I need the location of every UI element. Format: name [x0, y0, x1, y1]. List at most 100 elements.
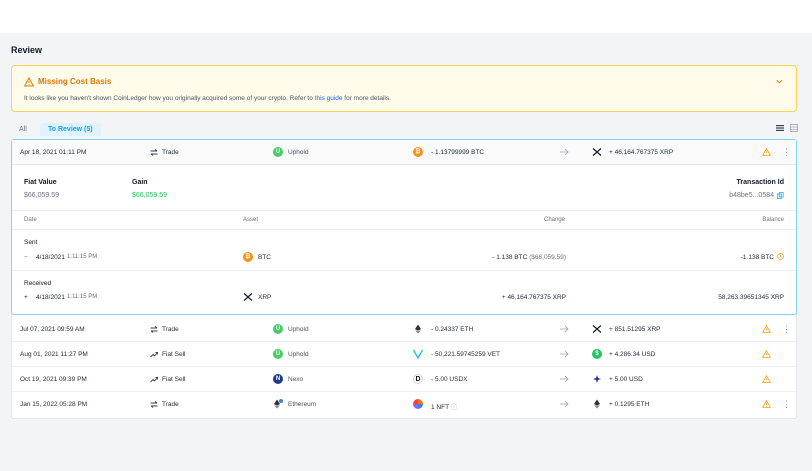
copy-icon[interactable] — [777, 192, 784, 199]
arrow-right-icon — [560, 400, 569, 408]
ethereum-icon — [274, 399, 283, 409]
transaction-type: Fiat Sell — [162, 351, 186, 358]
sent-label: Sent — [24, 239, 38, 246]
column-header-change: Change — [544, 217, 566, 223]
arrow-right-icon — [560, 350, 569, 358]
page-title: Review — [11, 45, 43, 55]
tab-to-review[interactable]: To Review (5) — [40, 123, 101, 136]
xrp-icon — [592, 148, 602, 156]
table-row[interactable]: Jul 07, 2021 09:59 AM Trade U Uphold - 0… — [12, 317, 796, 342]
incoming-amount: + 46,164.767375 XRP — [609, 149, 674, 156]
warning-icon — [24, 77, 34, 87]
trade-icon — [150, 326, 158, 333]
table-row[interactable]: Oct 19, 2021 09:39 PM Fiat Sell N Nexo D… — [12, 367, 796, 392]
usdx-icon: D — [413, 374, 423, 384]
wallet-name: Ethereum — [288, 401, 317, 408]
received-asset: XRP — [258, 294, 272, 301]
warning-icon[interactable] — [762, 375, 771, 383]
divider — [12, 229, 796, 230]
transaction-type: Trade — [162, 326, 179, 333]
divider — [12, 210, 796, 211]
received-time: 1:11:15 PM — [67, 294, 98, 300]
warning-icon[interactable] — [762, 148, 771, 156]
ethereum-icon — [594, 399, 600, 409]
banner-title: Missing Cost Basis — [38, 77, 112, 86]
plus-icon: + — [24, 294, 28, 301]
table-row[interactable]: Aug 01, 2021 11:27 PM Fiat Sell U Uphold… — [12, 342, 796, 367]
trade-icon — [150, 149, 158, 156]
uphold-icon: U — [273, 349, 283, 359]
outgoing-amount: - 5.00 USDX — [431, 376, 468, 383]
transaction-date: Aug 01, 2021 11:27 PM — [20, 351, 88, 358]
warning-icon[interactable] — [762, 400, 771, 408]
table-row[interactable]: Jan 15, 2022 05:28 PM Trade Ethereum 1 N… — [12, 392, 796, 417]
warning-icon[interactable] — [762, 350, 771, 358]
received-date: 4/18/2021 — [36, 294, 65, 301]
wallet-name: Uphold — [288, 149, 309, 156]
table-view-icon[interactable] — [790, 124, 798, 132]
fiat-value: $66,059.59 — [24, 192, 60, 199]
bitcoin-icon: ₿ — [243, 252, 253, 262]
outgoing-amount: - 0.24337 ETH — [431, 326, 474, 333]
xrp-icon — [592, 325, 602, 333]
incoming-amount: + 4,286.34 USD — [609, 351, 656, 358]
wallet-name: Nexo — [288, 376, 304, 383]
tab-all[interactable]: All — [19, 126, 27, 133]
transaction-type: Trade — [162, 401, 179, 408]
guide-link[interactable]: this guide — [315, 95, 343, 102]
transaction-id: b48be5...0584 — [729, 192, 774, 199]
wallet-name: Uphold — [288, 351, 309, 358]
arrow-right-icon — [560, 375, 569, 383]
transaction-type: Trade — [162, 149, 179, 156]
more-options-icon[interactable]: ⋮ — [782, 147, 791, 158]
transaction-date: Oct 19, 2021 09:39 PM — [20, 376, 87, 383]
divider — [12, 270, 796, 271]
minus-icon: − — [24, 254, 28, 261]
outgoing-amount: - 1.13799999 BTC — [431, 149, 485, 156]
clock-icon — [777, 253, 784, 260]
gain-value: $66,059.59 — [132, 192, 168, 199]
transaction-date: Apr 18, 2021 01:11 PM — [20, 149, 87, 156]
nft-icon — [413, 399, 423, 409]
column-header-asset: Asset — [243, 217, 259, 223]
arrow-right-icon — [560, 148, 569, 156]
transactions-card: Apr 18, 2021 01:11 PM Trade U Uphold ₿ -… — [11, 139, 797, 419]
incoming-amount: + 851.51295 XRP — [609, 326, 661, 333]
sent-time: 1:11:15 PM — [67, 254, 98, 260]
vechain-icon — [413, 349, 423, 359]
warning-icon[interactable] — [762, 325, 771, 333]
sent-date: 4/18/2021 — [36, 254, 65, 261]
incoming-amount: + 5.00 USD — [609, 376, 643, 383]
list-view-icon[interactable] — [776, 124, 784, 132]
transaction-type: Fiat Sell — [162, 376, 186, 383]
outgoing-amount: 1 NFT ⓘ — [431, 404, 458, 411]
sent-change: - 1.138 BTC ($66,059.59) — [492, 254, 566, 261]
received-label: Received — [24, 280, 52, 287]
xrp-icon — [243, 293, 253, 301]
expanded-transaction: Apr 18, 2021 01:11 PM Trade U Uphold ₿ -… — [11, 139, 797, 315]
chevron-down-icon[interactable] — [775, 77, 784, 86]
more-options-icon[interactable]: ⋮ — [782, 324, 791, 335]
banner-text: It looks like you haven't shown CoinLedg… — [24, 95, 391, 102]
arrow-right-icon — [560, 325, 569, 333]
info-icon[interactable]: ⓘ — [451, 404, 458, 411]
column-header-balance: Balance — [762, 217, 784, 223]
table-row[interactable]: Apr 18, 2021 01:11 PM Trade U Uphold ₿ -… — [12, 140, 796, 165]
transaction-date: Jan 15, 2022 05:28 PM — [20, 401, 88, 408]
bitcoin-icon: ₿ — [413, 147, 423, 157]
transaction-id-label: Transaction Id — [736, 179, 784, 186]
usd-icon — [593, 375, 601, 383]
received-balance: 58,263.39651345 XRP — [718, 294, 784, 301]
sent-asset: BTC — [258, 254, 271, 261]
received-change: + 46,164.767375 XRP — [501, 294, 566, 301]
uphold-icon: U — [273, 324, 283, 334]
uphold-icon: U — [273, 147, 283, 157]
more-options-icon[interactable]: ⋮ — [782, 399, 791, 410]
fiat-value-label: Fiat Value — [24, 179, 57, 186]
sent-balance: -1.138 BTC — [740, 254, 774, 261]
gain-label: Gain — [132, 179, 148, 186]
fiat-sell-icon — [150, 377, 158, 383]
transaction-date: Jul 07, 2021 09:59 AM — [20, 326, 85, 333]
ethereum-icon — [415, 324, 421, 334]
fiat-sell-icon — [150, 352, 158, 358]
